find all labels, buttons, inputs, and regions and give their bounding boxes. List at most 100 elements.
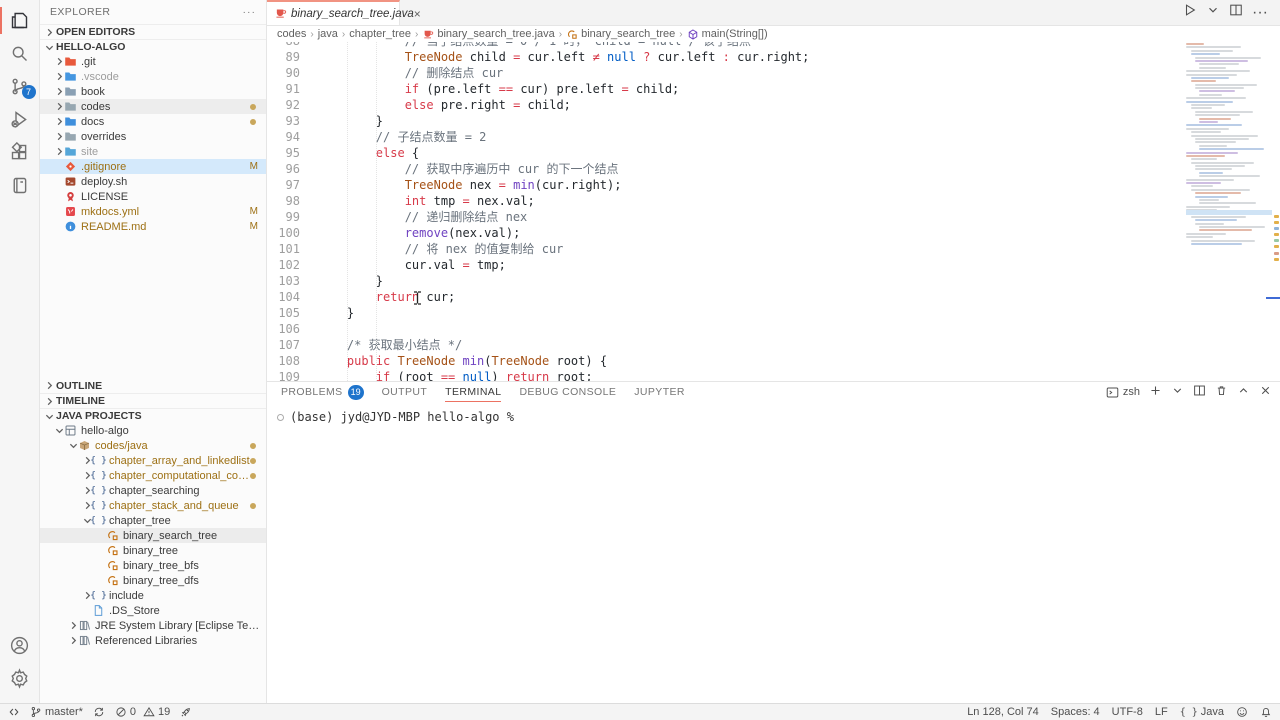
extensions-icon[interactable] (0, 136, 40, 169)
tab-close-icon[interactable]: × (414, 7, 421, 21)
code-line-88: 88 // 当子结点数量 = 0 / 1 时， child = null / 该… (267, 42, 1280, 49)
project-item-binary-tree-dfs[interactable]: binary_tree_dfs (40, 573, 266, 588)
minimap[interactable] (1186, 43, 1266, 246)
close-panel-icon[interactable] (1259, 384, 1272, 400)
breadcrumb-item-java[interactable]: java (318, 28, 338, 40)
explorer-item-readme-md[interactable]: README.mdM (40, 219, 266, 234)
project-item-chapter-computational-complexity[interactable]: { }chapter_computational_complexity (40, 468, 266, 483)
explorer-item--vscode[interactable]: .vscode (40, 69, 266, 84)
breadcrumb-item-chapter-tree[interactable]: chapter_tree (349, 28, 411, 40)
library-icon (78, 634, 91, 647)
maximize-panel-chevron-icon[interactable] (1237, 384, 1250, 400)
command-decoration-icon[interactable] (277, 414, 284, 421)
shell-icon (64, 175, 77, 188)
project-item-include[interactable]: { }include (40, 588, 266, 603)
root-folder-section[interactable]: HELLO-ALGO (40, 39, 266, 54)
project-item-binary-tree[interactable]: binary_tree (40, 543, 266, 558)
terminal-shell-picker[interactable]: zsh (1106, 386, 1140, 399)
line-number: 94 (267, 129, 300, 145)
breadcrumb-item-main-string-[interactable]: main(String[]) (687, 28, 768, 40)
problems-status[interactable]: 0 19 (115, 706, 170, 718)
run-debug-icon[interactable] (0, 103, 40, 136)
explorer-item-mkdocs-yml[interactable]: mkdocs.ymlM (40, 204, 266, 219)
project-item-chapter-array-and-linkedlist[interactable]: { }chapter_array_and_linkedlist (40, 453, 266, 468)
project-item-binary-search-tree[interactable]: binary_search_tree (40, 528, 266, 543)
error-count: 0 (130, 706, 136, 718)
editor-more-actions-icon[interactable]: ··· (1252, 4, 1268, 22)
terminal-dropdown-chevron-icon[interactable] (1171, 384, 1184, 400)
project-item-chapter-searching[interactable]: { }chapter_searching (40, 483, 266, 498)
line-number: 96 (267, 161, 300, 177)
item-label: binary_tree_bfs (123, 560, 199, 572)
kill-terminal-trash-icon[interactable] (1215, 384, 1228, 400)
run-button[interactable] (1183, 3, 1197, 22)
explorer-more-actions-icon[interactable]: ··· (243, 6, 257, 18)
line-number: 93 (267, 113, 300, 129)
feedback-smiley-icon[interactable] (1236, 706, 1248, 718)
explorer-item-deploy-sh[interactable]: deploy.sh (40, 174, 266, 189)
settings-gear-icon[interactable] (0, 662, 40, 695)
terminal[interactable]: (base) jyd@JYD-MBP hello-algo % (267, 402, 1280, 703)
breadcrumb-separator: › (559, 29, 562, 40)
project-item-chapter-stack-and-queue[interactable]: { }chapter_stack_and_queue (40, 498, 266, 513)
sync-icon[interactable] (93, 706, 105, 718)
breadcrumb-item-binary-search-tree-java[interactable]: binary_search_tree.java (422, 28, 554, 40)
search-icon[interactable] (0, 37, 40, 70)
explorer-icon[interactable] (0, 4, 40, 37)
explorer-item-codes[interactable]: codes (40, 99, 266, 114)
breadcrumb-item-binary-search-tree[interactable]: binary_search_tree (566, 28, 675, 40)
java-projects-section[interactable]: JAVA PROJECTS (40, 408, 266, 423)
notifications-bell-icon[interactable] (1260, 706, 1272, 718)
code-editor[interactable]: 88 // 当子结点数量 = 0 / 1 时， child = null / 该… (267, 42, 1280, 381)
breadcrumb-item-codes[interactable]: codes (277, 28, 306, 40)
explorer-item--gitignore[interactable]: .gitignoreM (40, 159, 266, 174)
project-item-chapter-tree[interactable]: { }chapter_tree (40, 513, 266, 528)
explorer-item-site[interactable]: site (40, 144, 266, 159)
explorer-item-docs[interactable]: docs (40, 114, 266, 129)
panel-tab-problems[interactable]: PROBLEMS19 (281, 382, 364, 402)
timeline-section[interactable]: TIMELINE (40, 393, 266, 408)
new-terminal-icon[interactable] (1149, 384, 1162, 400)
language-mode[interactable]: { } Java (1180, 706, 1224, 718)
code-line-98: 98 int tmp = nex.val; (267, 193, 1280, 209)
explorer-item--git[interactable]: .git (40, 54, 266, 69)
panel-tab-debug-console[interactable]: DEBUG CONSOLE (519, 382, 616, 402)
breadcrumb-separator: › (310, 29, 313, 40)
open-editors-section[interactable]: OPEN EDITORS (40, 24, 266, 39)
cursor-position[interactable]: Ln 128, Col 74 (967, 706, 1039, 718)
chevron-right-icon (54, 177, 64, 187)
project-item-codes-java[interactable]: codes/java (40, 438, 266, 453)
project-item--ds-store[interactable]: .DS_Store (40, 603, 266, 618)
panel-tab-output[interactable]: OUTPUT (382, 382, 428, 402)
explorer-item-book[interactable]: book (40, 84, 266, 99)
code-text: int tmp = nex.val; (300, 193, 535, 209)
panel-tab-terminal[interactable]: TERMINAL (445, 382, 501, 402)
outline-section[interactable]: OUTLINE (40, 378, 266, 393)
encoding-status[interactable]: UTF-8 (1112, 706, 1143, 718)
project-item-jre-system-library-eclipse-temurin-17-17-[interactable]: JRE System Library [Eclipse Temurin 17 [… (40, 618, 266, 633)
source-control-icon[interactable]: 7 (0, 70, 40, 103)
panel-tab-jupyter[interactable]: JUPYTER (634, 382, 685, 402)
run-dropdown-chevron-icon[interactable] (1206, 3, 1220, 22)
project-item-binary-tree-bfs[interactable]: binary_tree_bfs (40, 558, 266, 573)
eol-status[interactable]: LF (1155, 706, 1168, 718)
library-icon (78, 619, 91, 632)
explorer-item-license[interactable]: LICENSE (40, 189, 266, 204)
explorer-item-overrides[interactable]: overrides (40, 129, 266, 144)
folder-book-icon (64, 85, 77, 98)
project-item-hello-algo[interactable]: hello-algo (40, 423, 266, 438)
line-number: 90 (267, 65, 300, 81)
account-icon[interactable] (0, 629, 40, 662)
indentation-status[interactable]: Spaces: 4 (1051, 706, 1100, 718)
project-item-referenced-libraries[interactable]: Referenced Libraries (40, 633, 266, 648)
split-terminal-icon[interactable] (1193, 384, 1206, 400)
breadcrumb-label: codes (277, 28, 306, 40)
notebook-icon[interactable] (0, 169, 40, 202)
remote-indicator-icon[interactable] (8, 706, 20, 718)
git-branch-status[interactable]: master* (30, 706, 83, 718)
tab-binary-search-tree-java[interactable]: binary_search_tree.java × (267, 0, 400, 25)
item-label: .vscode (81, 71, 119, 83)
split-editor-icon[interactable] (1229, 3, 1243, 22)
java-ready-rocket-icon[interactable] (180, 706, 192, 718)
status-bar: master* 0 19 Ln 128, Col 74 Spaces: 4 UT… (0, 703, 1280, 720)
